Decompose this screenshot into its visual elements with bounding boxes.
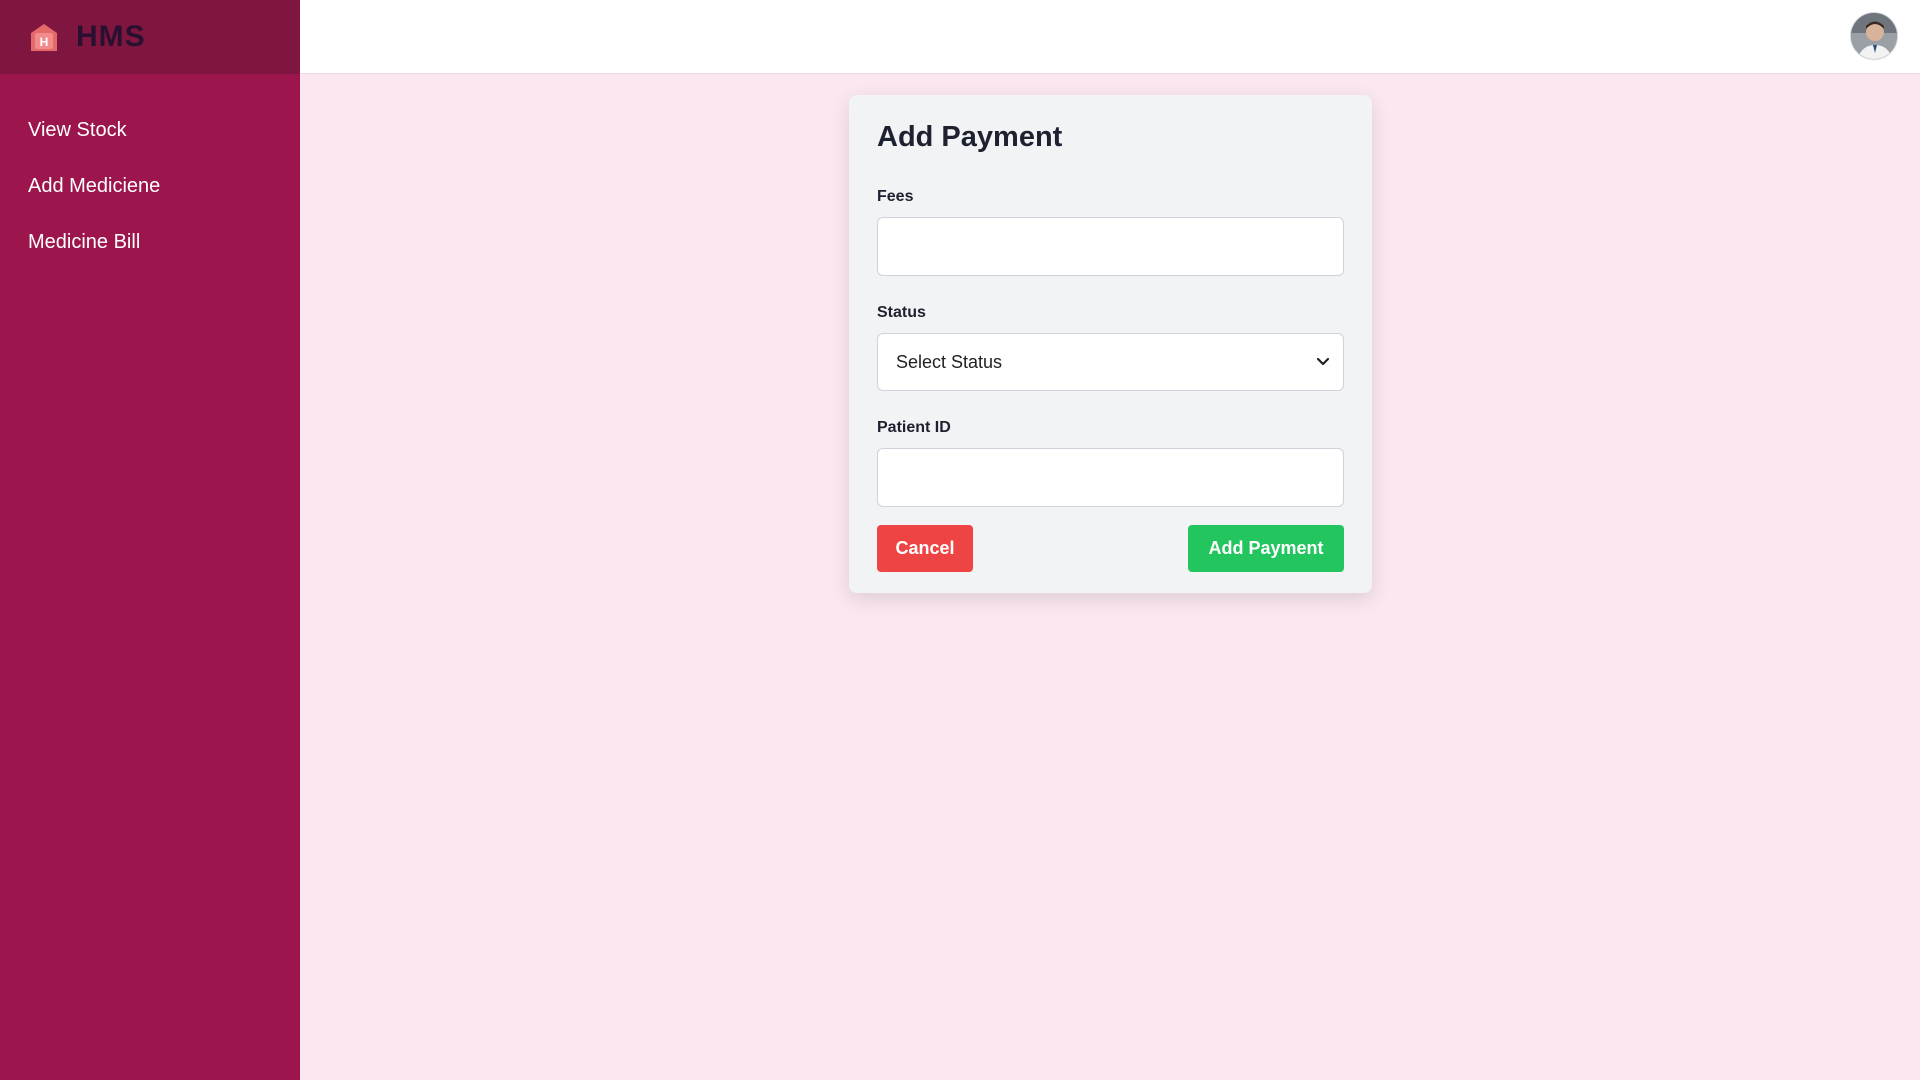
brand-name[interactable]: HMS [76,20,146,54]
sidebar-nav: View Stock Add Mediciene Medicine Bill [0,74,300,270]
patient-id-field[interactable] [877,448,1344,507]
svg-text:H: H [40,35,49,49]
page-title: Add Payment [877,121,1063,153]
sidebar-item-view-stock[interactable]: View Stock [0,102,300,158]
patient-id-label: Patient ID [877,419,951,436]
sidebar-item-add-mediciene[interactable]: Add Mediciene [0,158,300,214]
add-payment-button[interactable]: Add Payment [1188,525,1344,572]
brand-bar: H HMS [0,0,300,74]
cancel-button[interactable]: Cancel [877,525,973,572]
status-label: Status [877,304,926,321]
sidebar-item-medicine-bill[interactable]: Medicine Bill [0,214,300,270]
top-bar [300,0,1920,74]
add-payment-card: Add Payment Fees Status Select Status Pa… [849,95,1372,593]
user-avatar[interactable] [1850,12,1898,60]
form-actions: Cancel Add Payment [877,525,1344,572]
hospital-icon[interactable]: H [28,21,60,53]
fees-field[interactable] [877,217,1344,276]
chevron-down-icon [1313,352,1333,372]
sidebar: H HMS View Stock Add Mediciene Medicine … [0,0,300,1080]
fees-label: Fees [877,188,914,205]
status-select[interactable]: Select Status [877,333,1344,391]
status-select-value: Select Status [896,351,1003,372]
